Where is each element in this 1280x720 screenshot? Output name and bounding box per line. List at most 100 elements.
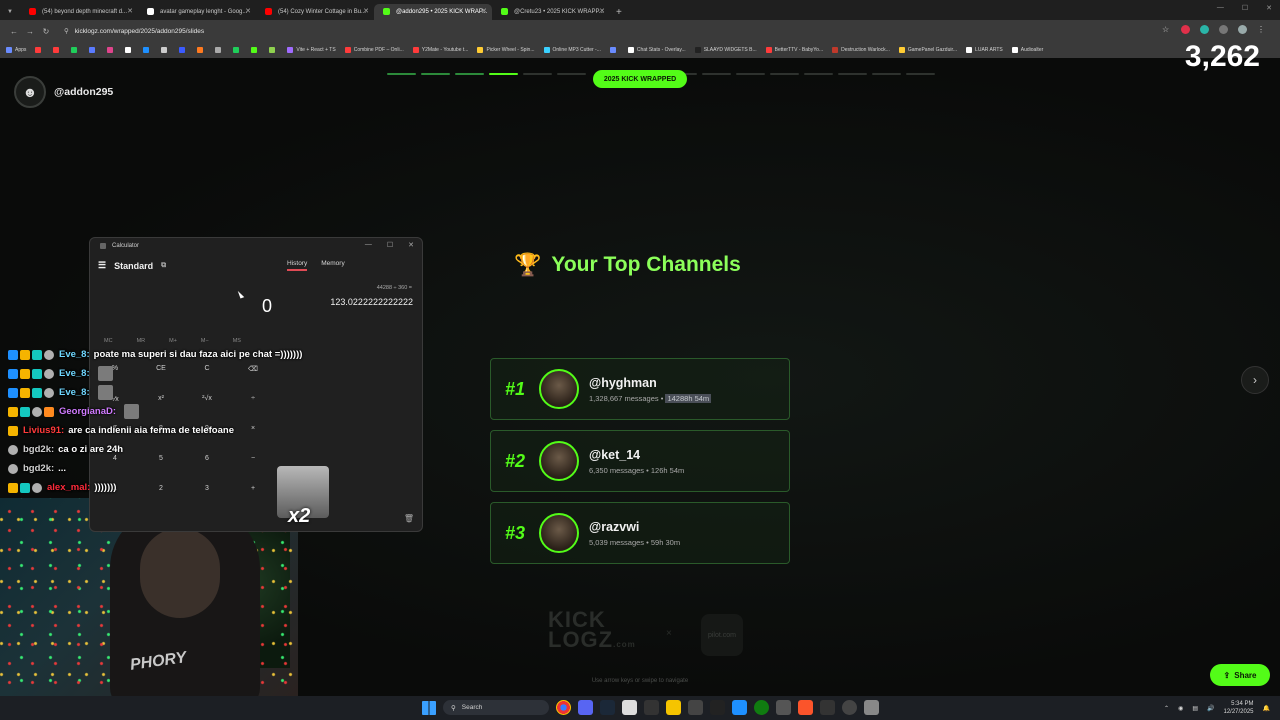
app-icon-2[interactable] <box>688 700 703 715</box>
bookmark-item[interactable]: Apps <box>6 47 26 53</box>
app-icon-6[interactable] <box>820 700 835 715</box>
bookmark-item[interactable] <box>251 47 260 53</box>
progress-segment[interactable] <box>455 73 484 75</box>
share-button[interactable]: ⇪ Share <box>1210 664 1270 686</box>
app-icon-3[interactable] <box>710 700 725 715</box>
bookmark-item[interactable] <box>35 47 44 53</box>
calculator-taskbar-icon[interactable] <box>864 700 879 715</box>
bookmark-item[interactable] <box>161 47 170 53</box>
volume-icon[interactable]: 🔊 <box>1207 705 1214 712</box>
network-icon[interactable]: ▤ <box>1192 705 1198 712</box>
memory-key[interactable]: M− <box>201 338 209 344</box>
memory-key[interactable]: MR <box>137 338 146 344</box>
notification-icon[interactable]: 🔔 <box>1263 705 1270 712</box>
bookmark-item[interactable]: BetterTTV - BabyYo... <box>765 47 823 53</box>
bookmark-item[interactable] <box>53 47 62 53</box>
brave-icon[interactable] <box>798 700 813 715</box>
bookmark-star-icon[interactable]: ☆ <box>1162 25 1171 34</box>
tab-list-chevron-icon[interactable]: ▼ <box>0 9 20 15</box>
next-slide-button[interactable]: › <box>1241 366 1269 394</box>
steam-icon[interactable] <box>600 700 615 715</box>
browser-tab[interactable]: @Cretu23 • 2025 KICK WRAPP... ✕ <box>492 4 610 20</box>
keep-on-top-icon[interactable]: ⧉ <box>161 262 166 270</box>
bookmark-item[interactable]: Online MP3 Cutter -... <box>543 47 601 53</box>
progress-segment[interactable] <box>557 73 586 75</box>
tab-history[interactable]: History <box>287 260 308 271</box>
close-window-icon[interactable]: ✕ <box>1266 4 1272 12</box>
hamburger-menu-icon[interactable]: ☰ <box>98 260 106 271</box>
progress-segment[interactable] <box>804 73 833 75</box>
site-info-icon[interactable]: ⚲ <box>64 27 69 35</box>
calc-minimize-icon[interactable]: — <box>365 241 372 249</box>
bookmark-item[interactable] <box>233 47 242 53</box>
memory-key[interactable]: MS <box>233 338 241 344</box>
menu-dots-icon[interactable]: ⋮ <box>1257 25 1266 34</box>
start-button-icon[interactable] <box>422 700 436 715</box>
bookmark-item[interactable] <box>179 47 188 53</box>
progress-segment[interactable] <box>906 73 935 75</box>
forward-icon[interactable]: → <box>22 27 38 36</box>
tab-close-icon[interactable]: ✕ <box>481 7 487 15</box>
back-icon[interactable]: ← <box>6 27 22 36</box>
progress-segment[interactable] <box>387 73 416 75</box>
memory-key[interactable]: MC <box>104 338 113 344</box>
bookmark-item[interactable] <box>215 47 224 53</box>
tab-close-icon[interactable]: ✕ <box>599 7 605 15</box>
tab-close-icon[interactable]: ✕ <box>245 7 251 15</box>
bookmark-item[interactable]: Picker Wheel - Spin... <box>477 47 535 53</box>
tray-chevron-icon[interactable]: ⌃ <box>1164 705 1169 712</box>
bookmark-item[interactable]: Destruction Warlock... <box>832 47 890 53</box>
memory-key[interactable]: M+ <box>169 338 177 344</box>
app-icon-5[interactable] <box>776 700 791 715</box>
bookmark-item[interactable]: Combine PDF – Onli... <box>344 47 404 53</box>
progress-segment[interactable] <box>838 73 867 75</box>
reload-icon[interactable]: ↻ <box>38 27 54 36</box>
calc-close-icon[interactable]: ✕ <box>408 241 414 249</box>
bookmark-item[interactable]: Y2Mate - Youtube t... <box>412 47 468 53</box>
bookmark-item[interactable] <box>197 47 206 53</box>
channel-card[interactable]: #3 @razvwi 5,039 messages • 59h 30m <box>490 502 790 564</box>
bookmark-item[interactable]: GamePanel Gazduir... <box>898 47 957 53</box>
calc-maximize-icon[interactable]: ☐ <box>387 241 393 249</box>
bookmark-item[interactable] <box>609 47 619 53</box>
extension-icon-puzzle[interactable] <box>1219 25 1228 34</box>
minimize-icon[interactable]: — <box>1217 4 1224 12</box>
obs-icon[interactable] <box>842 700 857 715</box>
bookmark-item[interactable] <box>125 47 134 53</box>
new-tab-button[interactable]: + <box>616 7 622 18</box>
extension-icon-teal[interactable] <box>1200 25 1209 34</box>
bookmark-item[interactable] <box>107 47 116 53</box>
epic-games-icon[interactable] <box>644 700 659 715</box>
taskbar-search[interactable]: ⚲ Search <box>443 700 549 715</box>
progress-segment[interactable] <box>736 73 765 75</box>
profile-avatar[interactable] <box>1238 25 1247 34</box>
browser-tab[interactable]: (54) Cozy Winter Cottage in Bu... ✕ <box>256 4 374 20</box>
maximize-icon[interactable]: ☐ <box>1242 4 1248 12</box>
extension-icon-red[interactable] <box>1181 25 1190 34</box>
bookmark-item[interactable]: Vite + React + TS <box>287 47 336 53</box>
browser-tab[interactable]: @addon295 • 2025 KICK WRAP... ✕ <box>374 4 492 20</box>
history-expression[interactable]: 44288 ÷ 360 = <box>377 285 412 291</box>
browser-tab[interactable]: avatar gameplay lenght - Goog... ✕ <box>138 4 256 20</box>
channel-card[interactable]: #2 @ket_14 6,350 messages • 126h 54m <box>490 430 790 492</box>
clock[interactable]: 5:34 PM 12/27/2025 <box>1223 700 1253 716</box>
bookmark-item[interactable]: LUAR ARTS <box>966 47 1003 53</box>
bookmark-item[interactable] <box>89 47 98 53</box>
bookmark-item[interactable] <box>269 47 278 53</box>
channel-card[interactable]: #1 @hyghman 1,328,667 messages • 14288h … <box>490 358 790 420</box>
tab-close-icon[interactable]: ✕ <box>127 7 133 15</box>
bookmark-item[interactable] <box>143 47 152 53</box>
chrome-icon[interactable] <box>556 700 571 715</box>
tab-memory[interactable]: Memory <box>321 260 344 271</box>
file-explorer-icon[interactable] <box>666 700 681 715</box>
progress-segment[interactable] <box>489 73 518 75</box>
progress-segment[interactable] <box>421 73 450 75</box>
xbox-icon[interactable] <box>754 700 769 715</box>
bookmark-item[interactable]: Audioalter <box>1011 47 1043 53</box>
browser-tab[interactable]: (54) beyond depth minecraft d... ✕ <box>20 4 138 20</box>
history-result[interactable]: 123.0222222222222 <box>330 297 413 307</box>
discord-icon[interactable] <box>578 700 593 715</box>
app-icon-4[interactable] <box>732 700 747 715</box>
progress-segment[interactable] <box>523 73 552 75</box>
tray-app-icon[interactable]: ◉ <box>1178 705 1183 712</box>
